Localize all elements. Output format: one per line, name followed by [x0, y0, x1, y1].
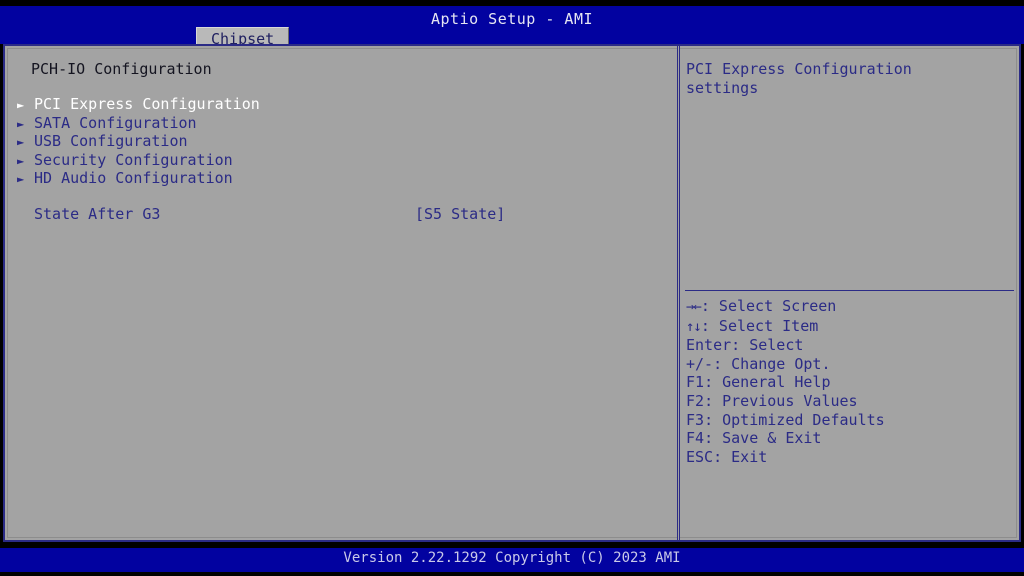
- legend-exit: ESC: Exit: [686, 448, 1016, 467]
- header-band: Aptio Setup - AMI Chipset: [0, 6, 1024, 50]
- key-legend: →←: Select Screen ↑↓: Select Item Enter:…: [686, 297, 1016, 466]
- legend-separator: :: [704, 429, 723, 448]
- menu-item-usb-configuration[interactable]: ► USB Configuration: [15, 132, 675, 151]
- menu-item-security-configuration[interactable]: ► Security Configuration: [15, 151, 675, 170]
- legend-key: F3: [686, 410, 705, 429]
- menu-item-sata-configuration[interactable]: ► SATA Configuration: [15, 114, 675, 133]
- bios-setup-screen: Aptio Setup - AMI Chipset PCH-IO Configu…: [0, 0, 1024, 576]
- help-divider: [685, 290, 1014, 291]
- legend-separator: :: [713, 447, 732, 466]
- submenu-arrow-icon: ►: [17, 153, 25, 168]
- submenu-arrow-icon: ►: [17, 172, 25, 187]
- help-description: PCI Express Configuration settings: [686, 60, 921, 97]
- app-title: Aptio Setup - AMI: [430, 10, 594, 28]
- legend-key: F1: [686, 373, 705, 392]
- menu-item-label: USB Configuration: [34, 132, 188, 151]
- legend-select-screen: →←: Select Screen: [686, 297, 1016, 317]
- legend-previous-values: F2: Previous Values: [686, 392, 1016, 411]
- legend-action: Exit: [731, 447, 768, 466]
- legend-action: Previous Values: [722, 391, 858, 410]
- legend-action: General Help: [722, 373, 831, 392]
- menu-item-label: HD Audio Configuration: [34, 169, 233, 188]
- legend-separator: :: [704, 410, 723, 429]
- menu-item-label: Security Configuration: [34, 150, 233, 169]
- option-label: State After G3: [34, 205, 161, 223]
- menu-item-hd-audio-configuration[interactable]: ► HD Audio Configuration: [15, 169, 675, 188]
- legend-key: +/-: [686, 354, 714, 373]
- version-copyright: Version 2.22.1292 Copyright (C) 2023 AMI: [343, 550, 681, 566]
- legend-separator: :: [704, 373, 723, 392]
- legend-action: Select Item: [718, 316, 819, 335]
- legend-action: Save & Exit: [722, 429, 822, 448]
- option-row-state-after-g3[interactable]: State After G3 [S5 State]: [15, 205, 675, 224]
- legend-change-opt: +/-: Change Opt.: [686, 355, 1016, 374]
- submenu-arrow-icon: ►: [17, 135, 25, 150]
- option-value[interactable]: [S5 State]: [415, 205, 505, 224]
- legend-separator: :: [731, 336, 750, 355]
- legend-key: F4: [686, 429, 705, 448]
- submenu-arrow-icon: ►: [17, 98, 25, 112]
- legend-action: Select Screen: [718, 297, 837, 315]
- legend-action: Change Opt.: [731, 354, 831, 373]
- panel-divider: [677, 46, 680, 540]
- legend-separator: :: [700, 297, 719, 315]
- legend-separator: :: [704, 391, 723, 410]
- legend-optimized-defaults: F3: Optimized Defaults: [686, 411, 1016, 430]
- legend-action: Optimized Defaults: [722, 410, 885, 429]
- left-right-arrow-icon: →←: [686, 299, 702, 315]
- legend-action: Select: [749, 336, 804, 355]
- footer-band: Version 2.22.1292 Copyright (C) 2023 AMI: [0, 548, 1024, 572]
- menu-item-label: SATA Configuration: [34, 113, 197, 132]
- menu-item-pci-express-configuration[interactable]: ► PCI Express Configuration: [15, 95, 675, 114]
- settings-menu-list: ► PCI Express Configuration ► SATA Confi…: [15, 95, 675, 188]
- settings-pane: PCH-IO Configuration ► PCI Express Confi…: [3, 44, 677, 542]
- help-pane: PCI Express Configuration settings →←: S…: [681, 44, 1021, 542]
- legend-select-item: ↑↓: Select Item: [686, 317, 1016, 337]
- legend-key: F2: [686, 391, 705, 410]
- up-down-arrow-icon: ↑↓: [686, 318, 702, 335]
- legend-key: Enter: [686, 336, 732, 355]
- legend-separator: :: [713, 354, 732, 373]
- menu-item-label: PCI Express Configuration: [34, 95, 260, 113]
- submenu-arrow-icon: ►: [17, 116, 25, 131]
- page-title: PCH-IO Configuration: [31, 60, 212, 78]
- legend-general-help: F1: General Help: [686, 373, 1016, 392]
- legend-enter-select: Enter: Select: [686, 336, 1016, 355]
- legend-save-and-exit: F4: Save & Exit: [686, 429, 1016, 448]
- legend-separator: :: [700, 316, 719, 335]
- legend-key: ESC: [686, 447, 714, 466]
